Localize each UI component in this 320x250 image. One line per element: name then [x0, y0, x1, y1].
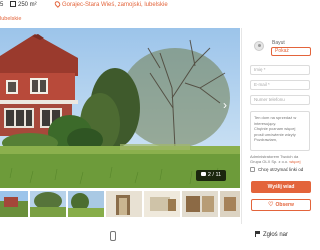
email-field[interactable]: E-mail *	[250, 80, 310, 90]
report-button[interactable]: Zgłoś nar	[255, 229, 288, 241]
thumbnail[interactable]	[182, 191, 218, 217]
phone-field[interactable]: Numer telefonu	[250, 95, 310, 105]
location-link[interactable]: Gorajec-Stara Wieś, zamojski, lubelskie	[53, 0, 168, 11]
privacy-line: Grupa OLX Sp. z o.o. więcej	[250, 159, 310, 164]
thumbnail[interactable]	[144, 191, 180, 217]
scroll-indicator-icon	[110, 231, 116, 241]
thumbnail-strip	[0, 191, 240, 219]
area-value: 250 m²	[18, 2, 37, 8]
favorite-label: Obserw	[275, 202, 294, 208]
thumbnail[interactable]	[220, 191, 240, 217]
thumbnail[interactable]	[0, 191, 28, 217]
thumbnail[interactable]	[106, 191, 142, 217]
summary-fragment: 5	[0, 2, 4, 8]
location-text: Gorajec-Stara Wieś, zamojski, lubelskie	[62, 2, 168, 8]
area-summary: 250 m²	[10, 0, 37, 11]
thumbnail[interactable]	[68, 191, 104, 217]
privacy-more-link[interactable]: więcej	[289, 159, 300, 164]
name-field[interactable]: Imię *	[250, 65, 310, 75]
privacy-note: Administratorem Twoich da Grupa OLX Sp. …	[250, 154, 310, 164]
photo-counter[interactable]: 2 / 11	[196, 170, 226, 181]
send-message-button[interactable]: Wyślij wiad	[251, 181, 311, 193]
report-label: Zgłoś nar	[263, 232, 289, 238]
thumbnail[interactable]	[30, 191, 66, 217]
area-icon	[10, 1, 16, 7]
camera-icon	[200, 172, 206, 176]
listing-summary-bar: 5 250 m² Gorajec-Stara Wieś, zamojski, l…	[0, 0, 300, 13]
favorite-button[interactable]: ♡ Obserw	[251, 199, 311, 211]
avatar	[254, 41, 264, 51]
bottom-bar: Zgłoś nar	[0, 224, 300, 250]
chevron-right-icon: ›	[223, 98, 227, 112]
contact-panel: Bayut Pokaż Imię * E-mail * Numer telefo…	[241, 28, 311, 224]
breadcrumb[interactable]: lubelskie	[0, 13, 21, 25]
agent-name: Bayut	[272, 40, 285, 46]
main-photo[interactable]	[0, 28, 240, 188]
newsletter-checkbox[interactable]	[250, 167, 255, 172]
map-pin-icon	[53, 0, 62, 8]
next-photo-button[interactable]: ›	[220, 98, 230, 112]
newsletter-label: Chcę otrzymać linki od	[258, 167, 304, 172]
privacy-company: Grupa OLX Sp. z o.o.	[250, 159, 289, 164]
show-phone-button[interactable]: Pokaż	[271, 47, 311, 56]
message-line: Pozdrawiam,	[254, 137, 278, 143]
message-textarea[interactable]: Ten dom na sprzedaż w interesujący. Chęt…	[250, 111, 310, 151]
newsletter-option[interactable]: Chcę otrzymać linki od	[250, 167, 303, 173]
heart-icon: ♡	[268, 202, 274, 208]
flag-icon	[255, 231, 260, 237]
photo-counter-text: 2 / 11	[207, 172, 222, 178]
house-photo	[0, 28, 240, 188]
